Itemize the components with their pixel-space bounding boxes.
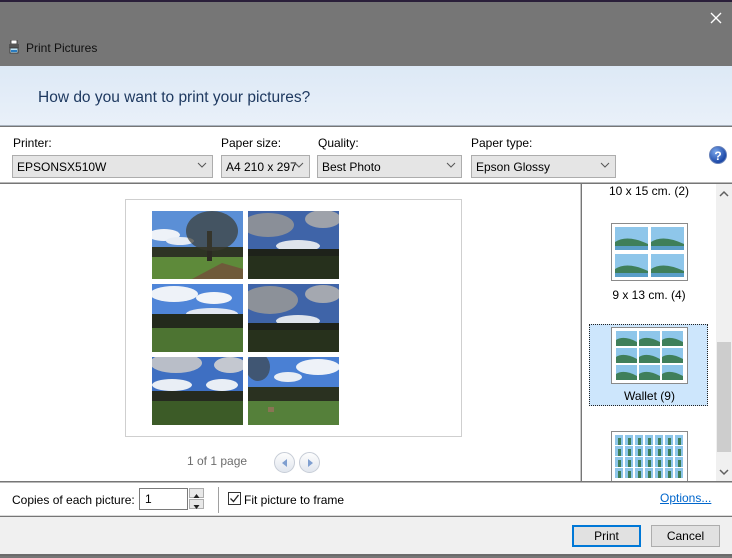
quality-value: Best Photo xyxy=(322,160,381,174)
printer-icon xyxy=(9,40,19,54)
previous-page-button[interactable] xyxy=(274,452,295,473)
scroll-down-icon[interactable] xyxy=(716,464,732,480)
copies-bar: Copies of each picture: Fit picture to f… xyxy=(0,482,732,516)
help-icon[interactable]: ? xyxy=(709,146,727,164)
print-options-bar: Printer: EPSONSX510W Paper size: A4 210 … xyxy=(0,127,732,183)
print-button[interactable]: Print xyxy=(572,525,641,547)
printer-select[interactable]: EPSONSX510W xyxy=(12,155,213,178)
next-page-button[interactable] xyxy=(299,452,320,473)
layout-label: 10 x 15 cm. (2) xyxy=(608,184,690,198)
preview-page xyxy=(125,199,462,437)
copies-increment-button[interactable] xyxy=(189,488,204,498)
triangle-right-icon xyxy=(308,459,313,467)
printer-label: Printer: xyxy=(13,136,52,150)
copies-input[interactable] xyxy=(139,488,188,510)
layout-list: 10 x 15 cm. (2) 9 x 13 cm. (4) Wallet (9… xyxy=(582,184,716,481)
dialog-footer: Print Cancel xyxy=(0,517,732,556)
paper-type-select[interactable]: Epson Glossy xyxy=(471,155,616,178)
checkmark-icon xyxy=(230,494,240,503)
printer-value: EPSONSX510W xyxy=(17,160,107,174)
layout-9x13[interactable]: 9 x 13 cm. (4) xyxy=(582,222,716,302)
close-icon[interactable] xyxy=(706,8,726,28)
fit-picture-checkbox[interactable] xyxy=(228,492,241,505)
photo-clouds-treeline xyxy=(152,284,243,352)
cancel-button[interactable]: Cancel xyxy=(651,525,720,547)
chevron-down-icon xyxy=(197,162,207,168)
triangle-left-icon xyxy=(282,459,287,467)
dialog-question: How do you want to print your pictures? xyxy=(38,89,311,106)
layout-label: Wallet (9) xyxy=(624,389,675,403)
photo-tree-field xyxy=(152,211,243,279)
chevron-down-icon xyxy=(600,162,610,168)
layout-contact-sheet[interactable] xyxy=(582,430,716,481)
quality-label: Quality: xyxy=(318,136,359,150)
paper-size-label: Paper size: xyxy=(221,136,282,150)
paper-size-select[interactable]: A4 210 x 297 xyxy=(221,155,310,178)
layout-wallet[interactable]: Wallet (9) xyxy=(589,324,708,406)
window-title: Print Pictures xyxy=(26,41,98,55)
scrollbar-thumb[interactable] xyxy=(717,342,731,452)
photo-trees-clouds xyxy=(152,357,243,425)
photo-clouds-dark-field xyxy=(248,211,339,279)
layout-scrollbar[interactable] xyxy=(716,184,732,481)
layout-thumbnail xyxy=(611,327,688,384)
scroll-up-icon[interactable] xyxy=(716,186,732,202)
layout-thumbnail xyxy=(611,223,688,281)
print-preview: 1 of 1 page xyxy=(0,184,581,481)
fit-picture-label[interactable]: Fit picture to frame xyxy=(244,493,344,507)
paper-type-label: Paper type: xyxy=(471,136,533,150)
chevron-down-icon xyxy=(446,162,456,168)
photo-clouds-dark-field-2 xyxy=(248,284,339,352)
copies-label: Copies of each picture: xyxy=(12,493,135,507)
chevron-down-icon xyxy=(294,162,304,168)
caret-down-icon xyxy=(193,505,200,509)
copies-decrement-button[interactable] xyxy=(189,499,204,509)
layout-thumbnail xyxy=(611,431,688,481)
paper-type-value: Epson Glossy xyxy=(476,160,551,174)
paper-size-value: A4 210 x 297 xyxy=(226,160,297,174)
page-indicator: 1 of 1 page xyxy=(187,454,248,468)
options-link[interactable]: Options... xyxy=(660,491,711,505)
divider xyxy=(218,487,219,513)
dialog-header: How do you want to print your pictures? xyxy=(0,66,732,126)
layout-label: 9 x 13 cm. (4) xyxy=(612,288,686,302)
layout-10x15[interactable]: 10 x 15 cm. (2) xyxy=(582,184,716,200)
quality-select[interactable]: Best Photo xyxy=(317,155,462,178)
photo-field-bench xyxy=(248,357,339,425)
title-bar: Print Pictures xyxy=(0,2,732,66)
